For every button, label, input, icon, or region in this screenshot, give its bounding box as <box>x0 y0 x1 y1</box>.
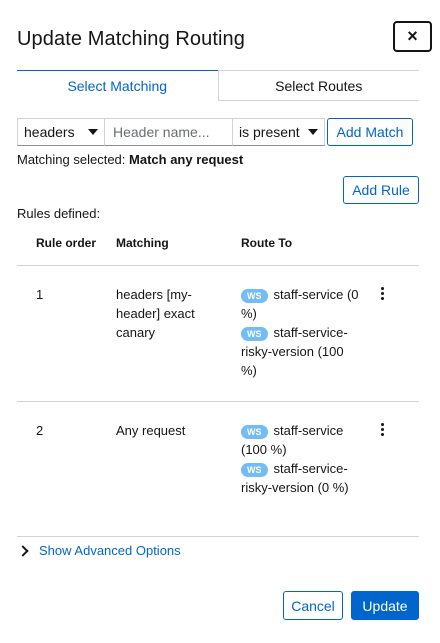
column-header-rule-order: Rule order <box>36 236 97 250</box>
table-divider <box>17 536 419 537</box>
rule-matching: Any request <box>116 423 186 438</box>
condition-select[interactable]: is present <box>233 118 325 146</box>
match-type-select[interactable]: headers <box>17 118 105 146</box>
kebab-menu-icon[interactable] <box>379 287 385 300</box>
close-button[interactable]: × <box>393 21 432 52</box>
workload-badge: WS <box>241 424 268 439</box>
rule-order: 2 <box>36 423 44 438</box>
close-icon: × <box>407 26 418 46</box>
tab-select-routes[interactable]: Select Routes <box>217 70 419 101</box>
rule-routes: WS staff-service (0 %) WS staff-service-ri… <box>241 285 359 380</box>
chevron-right-icon <box>17 544 29 557</box>
show-advanced-options-toggle[interactable]: Show Advanced Options <box>17 543 181 558</box>
update-button[interactable]: Update <box>351 591 419 620</box>
show-advanced-options-label: Show Advanced Options <box>39 543 181 558</box>
route-entry: WS staff-service-risky-version (0 %) <box>241 459 359 497</box>
column-header-route-to: Route To <box>241 236 293 250</box>
match-type-value: headers <box>24 124 75 140</box>
table-divider <box>17 265 419 266</box>
workload-badge: WS <box>241 462 268 477</box>
caret-down-icon <box>88 129 98 135</box>
workload-badge: WS <box>241 288 268 303</box>
rule-order: 1 <box>36 287 44 302</box>
modal-title: Update Matching Routing <box>17 28 245 50</box>
matching-selected-value: Match any request <box>129 152 244 167</box>
header-name-input[interactable]: Header name... <box>105 118 233 146</box>
match-filter-row: headers Header name... is present Add Ma… <box>17 118 413 146</box>
route-entry: WS staff-service (100 %) <box>241 421 359 459</box>
route-entry: WS staff-service (0 %) <box>241 285 359 323</box>
rule-matching: headers [my-header] exact canary <box>116 287 195 340</box>
rules-defined-label: Rules defined: <box>17 206 101 221</box>
kebab-menu-icon[interactable] <box>379 423 385 436</box>
matching-selected-prefix: Matching selected: <box>17 152 126 167</box>
route-entry: WS staff-service-risky-version (100 %) <box>241 323 359 380</box>
caret-down-icon <box>308 129 318 135</box>
add-match-button[interactable]: Add Match <box>327 118 413 146</box>
tab-select-matching[interactable]: Select Matching <box>17 70 218 101</box>
table-divider <box>17 401 419 402</box>
add-rule-button[interactable]: Add Rule <box>343 176 419 204</box>
column-header-matching: Matching <box>116 236 169 250</box>
cancel-button[interactable]: Cancel <box>283 591 343 620</box>
workload-badge: WS <box>241 326 268 341</box>
matching-selected-text: Matching selected: Match any request <box>17 152 243 167</box>
condition-value: is present <box>239 124 300 140</box>
tab-bar: Select Matching Select Routes <box>17 70 419 101</box>
rule-routes: WS staff-service (100 %) WS staff-service-… <box>241 421 359 497</box>
